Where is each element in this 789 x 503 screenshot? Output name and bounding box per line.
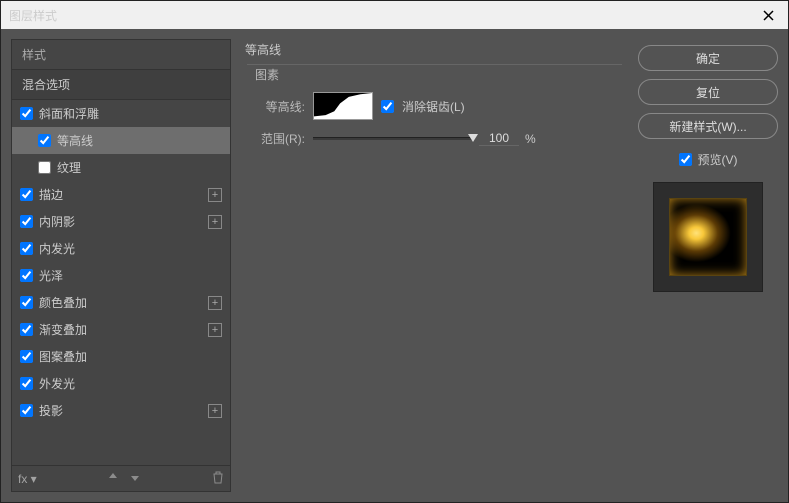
new-style-button[interactable]: 新建样式(W)...: [638, 113, 778, 139]
style-item-8[interactable]: 渐变叠加 +: [12, 316, 230, 343]
move-up-icon[interactable]: [107, 471, 119, 486]
style-checkbox[interactable]: [20, 188, 33, 201]
style-checkbox[interactable]: [38, 134, 51, 147]
slider-handle-icon[interactable]: [468, 134, 478, 142]
antialias-checkbox[interactable]: [381, 100, 394, 113]
style-item-label: 描边: [39, 186, 63, 203]
style-checkbox[interactable]: [38, 161, 51, 174]
title-bar: 图层样式: [1, 1, 788, 29]
range-unit: %: [525, 132, 536, 146]
style-item-label: 等高线: [57, 132, 93, 149]
preview-checkbox[interactable]: [679, 153, 692, 166]
style-item-7[interactable]: 颜色叠加 +: [12, 289, 230, 316]
contour-label: 等高线:: [255, 98, 305, 115]
move-down-icon[interactable]: [129, 471, 141, 486]
range-label: 范围(R):: [255, 130, 305, 147]
sidebar-header: 样式: [12, 40, 230, 69]
style-item-2[interactable]: 纹理: [12, 154, 230, 181]
contour-picker[interactable]: [313, 92, 373, 120]
content-panel: 等高线 图素 等高线: 消除锯齿(L) 范围(R): %: [241, 39, 628, 492]
add-effect-icon[interactable]: +: [208, 404, 222, 418]
preview-thumbnail: [669, 198, 747, 276]
style-item-4[interactable]: 内阴影 +: [12, 208, 230, 235]
fx-menu-icon[interactable]: fx ▾: [18, 472, 37, 486]
blend-options-item[interactable]: 混合选项: [12, 69, 230, 100]
style-item-label: 图案叠加: [39, 348, 87, 365]
style-item-6[interactable]: 光泽: [12, 262, 230, 289]
sidebar-footer: fx ▾: [12, 465, 230, 491]
content-title: 等高线: [235, 39, 628, 60]
add-effect-icon[interactable]: +: [208, 296, 222, 310]
style-item-label: 纹理: [57, 159, 81, 176]
add-effect-icon[interactable]: +: [208, 188, 222, 202]
style-item-label: 颜色叠加: [39, 294, 87, 311]
style-item-3[interactable]: 描边 +: [12, 181, 230, 208]
style-item-label: 内阴影: [39, 213, 75, 230]
ok-button[interactable]: 确定: [638, 45, 778, 71]
style-item-11[interactable]: 投影 +: [12, 397, 230, 424]
style-checkbox[interactable]: [20, 323, 33, 336]
style-checkbox[interactable]: [20, 242, 33, 255]
add-effect-icon[interactable]: +: [208, 215, 222, 229]
style-item-1[interactable]: 等高线: [12, 127, 230, 154]
trash-icon[interactable]: [212, 471, 224, 487]
styles-sidebar: 样式 混合选项 斜面和浮雕等高线纹理描边 + 内阴影 + 内发光光泽颜色叠加 + 渐变叠加 +…: [11, 39, 231, 492]
style-item-9[interactable]: 图案叠加: [12, 343, 230, 370]
group-label: 图素: [251, 68, 283, 82]
elements-group: 图素 等高线: 消除锯齿(L) 范围(R): %: [247, 64, 622, 167]
range-value-input[interactable]: [479, 131, 519, 146]
add-effect-icon[interactable]: +: [208, 323, 222, 337]
style-item-5[interactable]: 内发光: [12, 235, 230, 262]
style-item-label: 斜面和浮雕: [39, 105, 99, 122]
style-checkbox[interactable]: [20, 296, 33, 309]
style-checkbox[interactable]: [20, 107, 33, 120]
style-item-label: 内发光: [39, 240, 75, 257]
reset-button[interactable]: 复位: [638, 79, 778, 105]
style-checkbox[interactable]: [20, 404, 33, 417]
close-button[interactable]: [748, 1, 788, 29]
style-checkbox[interactable]: [20, 215, 33, 228]
actions-panel: 确定 复位 新建样式(W)... 预览(V): [638, 39, 778, 492]
preview-box: [653, 182, 763, 292]
style-item-label: 光泽: [39, 267, 63, 284]
preview-label[interactable]: 预览(V): [698, 151, 738, 168]
style-list: 斜面和浮雕等高线纹理描边 + 内阴影 + 内发光光泽颜色叠加 + 渐变叠加 + 图案叠加外发光投…: [12, 100, 230, 465]
style-item-10[interactable]: 外发光: [12, 370, 230, 397]
style-item-label: 渐变叠加: [39, 321, 87, 338]
close-icon: [763, 10, 774, 21]
style-item-0[interactable]: 斜面和浮雕: [12, 100, 230, 127]
window-title: 图层样式: [9, 7, 57, 24]
style-checkbox[interactable]: [20, 350, 33, 363]
style-checkbox[interactable]: [20, 377, 33, 390]
range-slider[interactable]: [313, 137, 473, 140]
style-item-label: 投影: [39, 402, 63, 419]
style-item-label: 外发光: [39, 375, 75, 392]
antialias-label[interactable]: 消除锯齿(L): [402, 98, 465, 115]
contour-curve-icon: [314, 93, 372, 119]
style-checkbox[interactable]: [20, 269, 33, 282]
